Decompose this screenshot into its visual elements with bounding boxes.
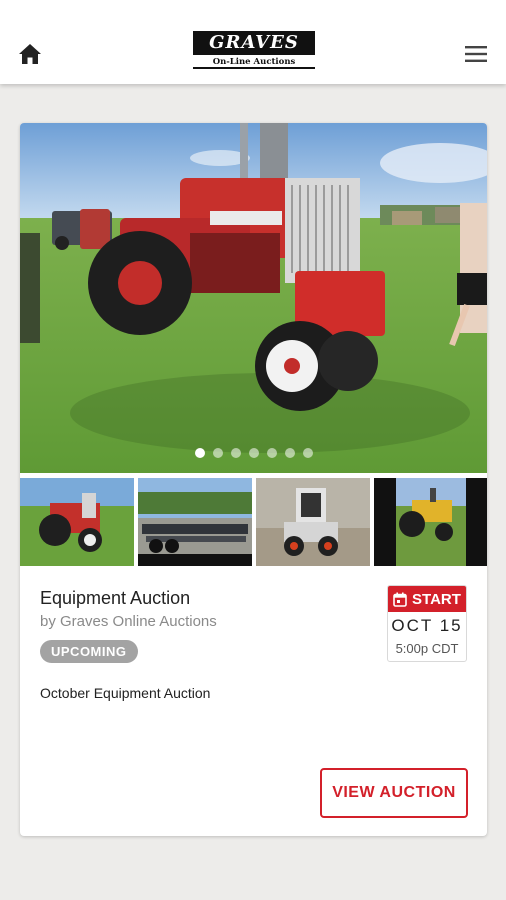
carousel-dot[interactable] [194,448,205,458]
app-header: GRAVES On-Line Auctions [0,0,506,84]
carousel-dot[interactable] [230,448,241,458]
carousel-dot[interactable] [284,448,295,458]
auction-seller: by Graves Online Auctions [40,613,217,630]
start-date-header: START [388,586,466,612]
view-auction-button[interactable]: VIEW AUCTION [320,768,468,818]
flatbed-trailers-image [138,478,252,566]
home-button[interactable] [16,40,44,68]
thumbnail-flatbed-trailers[interactable] [138,478,252,566]
auction-card: Equipment Auction by Graves Online Aucti… [20,123,487,836]
graves-logo[interactable]: GRAVES On-Line Auctions [193,31,315,71]
start-label: START [412,590,461,608]
auction-description: October Equipment Auction [40,685,211,701]
tractor-photo [20,123,487,473]
thumbnail-yellow-tractor[interactable] [374,478,487,566]
carousel-dot[interactable] [212,448,223,458]
carousel-dot[interactable] [248,448,259,458]
hamburger-menu-icon [465,46,487,62]
main-photo-carousel[interactable] [20,123,487,473]
thumbnail-skid-steer[interactable] [256,478,370,566]
home-icon [19,44,41,64]
thumbnail-strip [20,478,487,566]
carousel-dot[interactable] [302,448,313,458]
auction-title: Equipment Auction [40,588,191,608]
red-tractor-image [20,478,134,566]
skid-steer-image [256,478,370,566]
start-time: 5:00p CDT [395,641,459,656]
status-badge: UPCOMING [40,640,138,663]
menu-button[interactable] [462,40,490,68]
start-date-box: START OCT 15 5:00p CDT [387,585,467,662]
carousel-dots [20,448,487,458]
carousel-dot[interactable] [266,448,277,458]
thumbnail-red-tractor[interactable] [20,478,134,566]
yellow-tractor-image [374,478,487,566]
start-date: OCT 15 [391,616,463,635]
logo-sub-text: On-Line Auctions [193,55,315,69]
logo-main-text: GRAVES [193,31,315,55]
calendar-icon [393,592,407,607]
